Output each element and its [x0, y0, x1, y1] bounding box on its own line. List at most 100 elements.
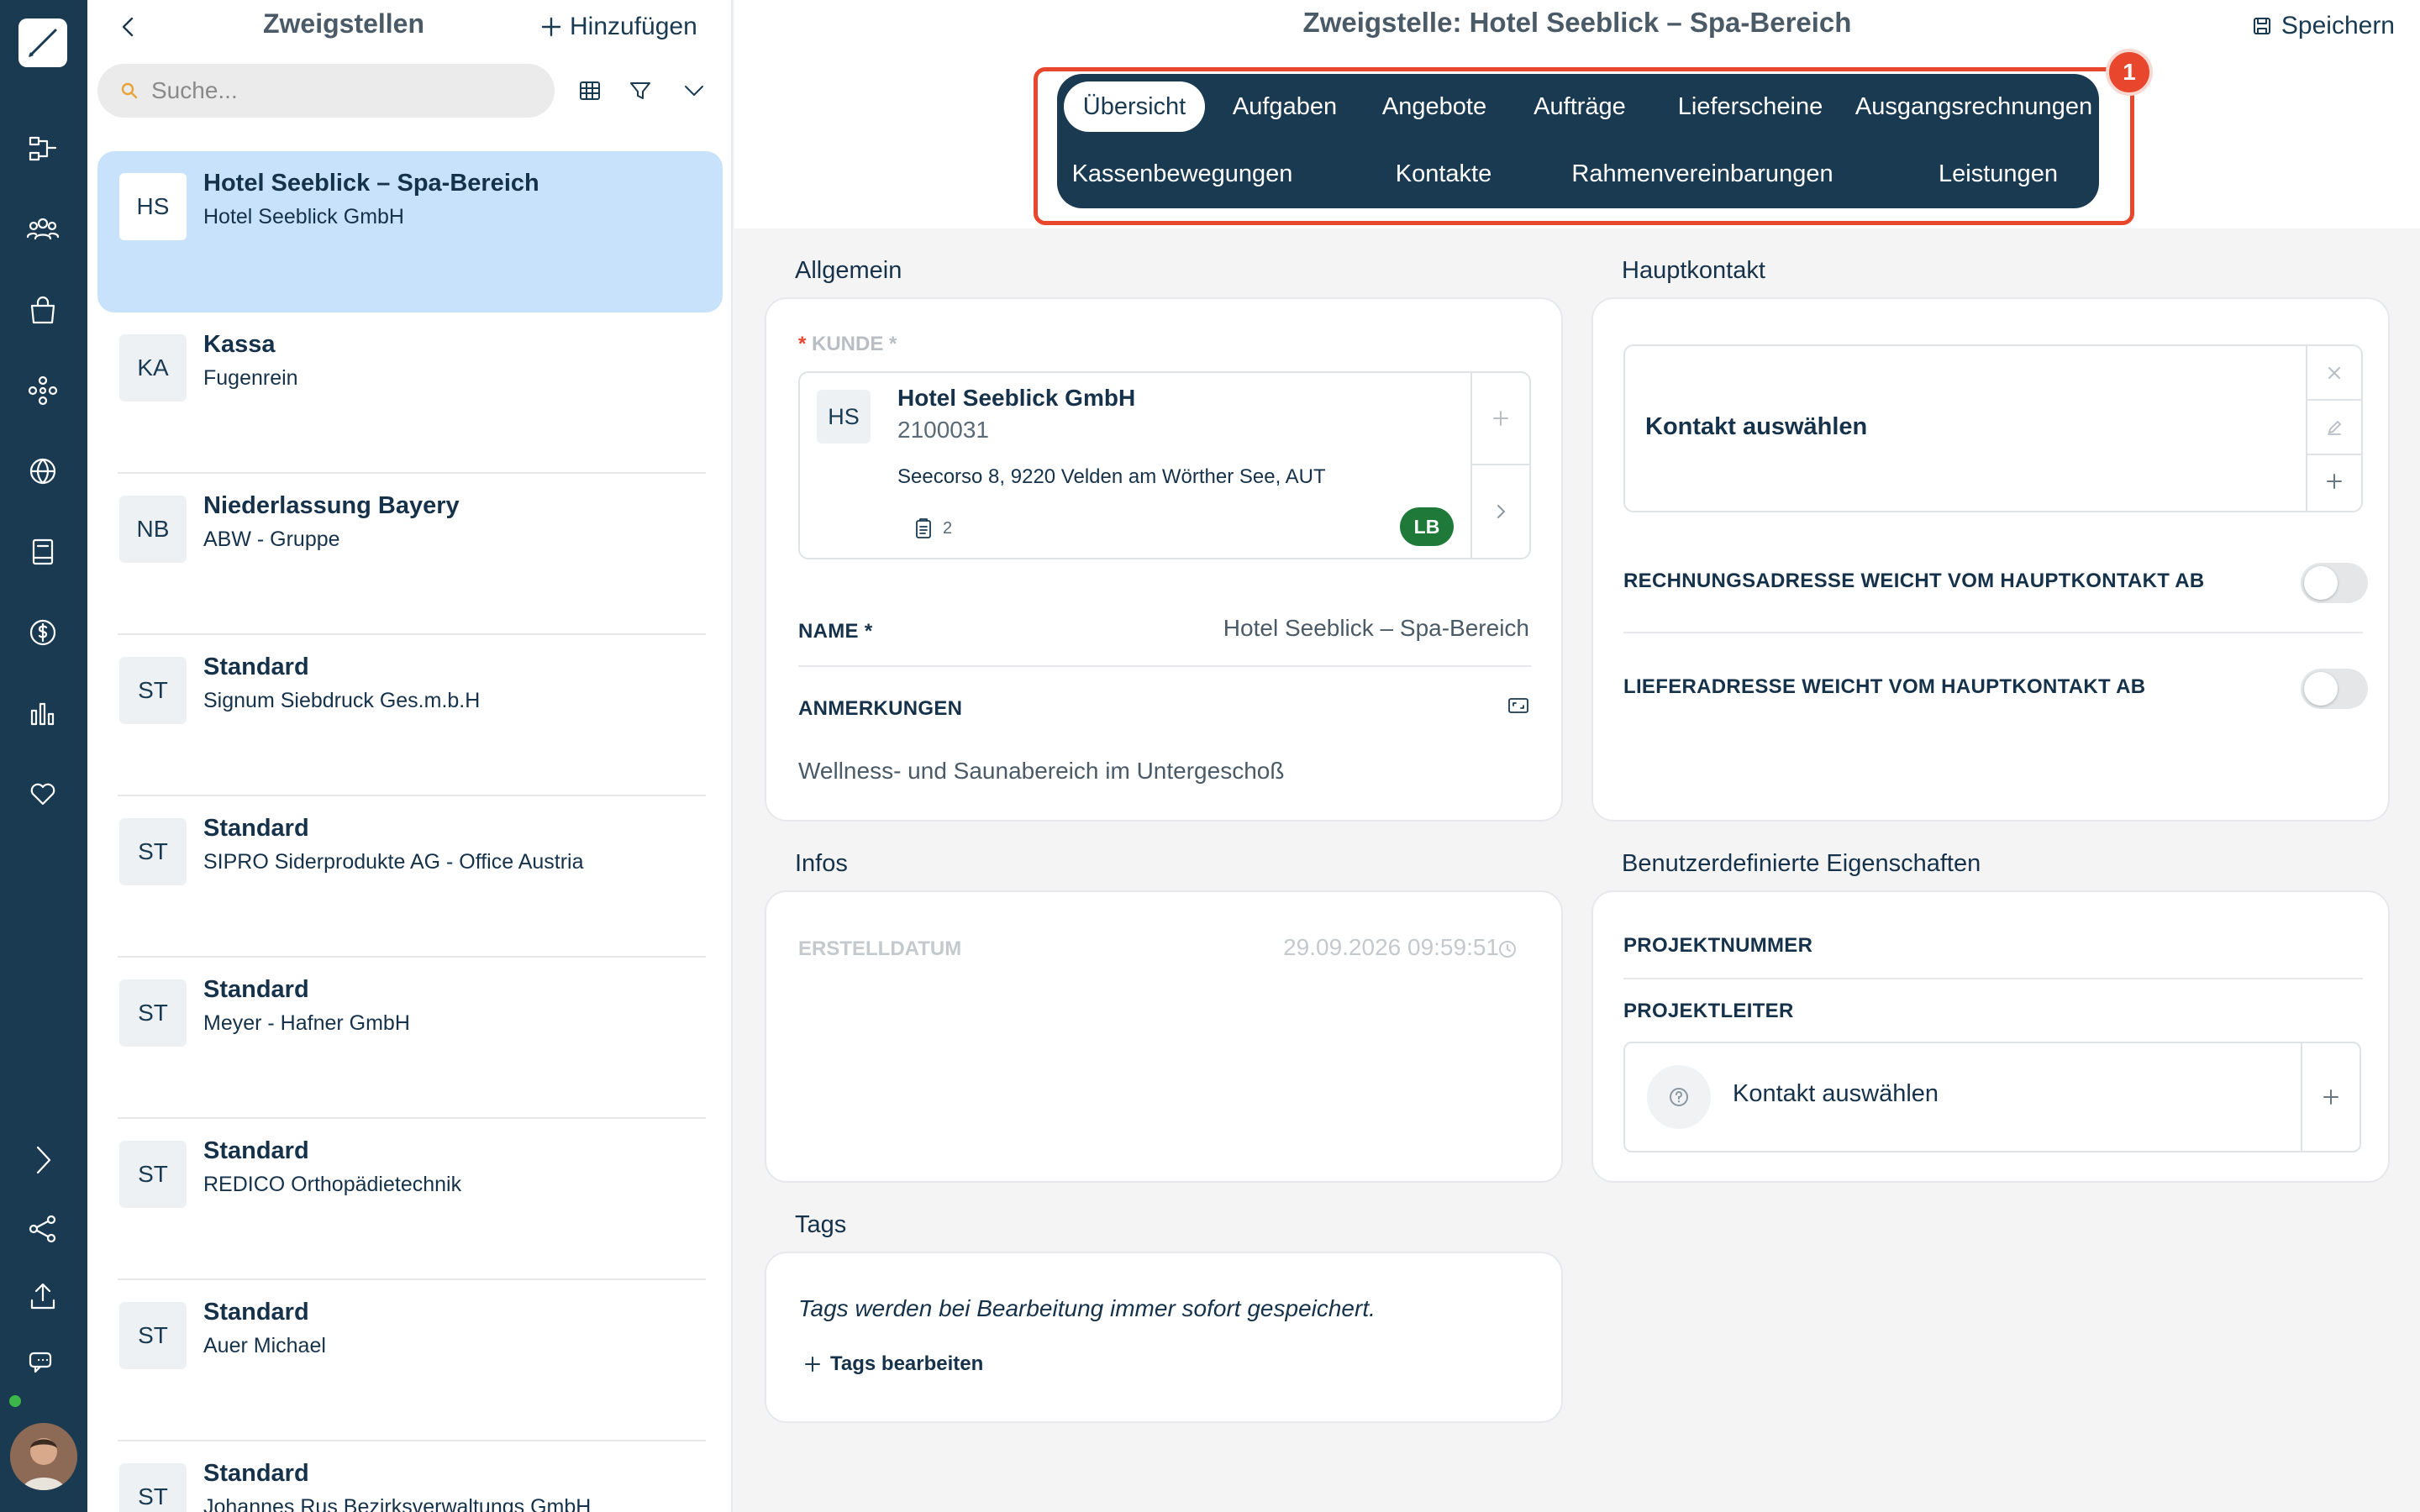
tags-note: Tags werden bei Bearbeitung immer sofort…	[798, 1295, 1376, 1321]
list-item-avatar: NB	[119, 496, 187, 563]
kunde-doc-count: 2	[943, 518, 953, 538]
bar-chart-icon[interactable]	[25, 696, 60, 731]
step-badge: 1	[2106, 49, 2153, 96]
kunde-address: Seecorso 8, 9220 Velden am Wörther See, …	[897, 465, 1326, 488]
app-nav-rail	[0, 0, 87, 1512]
plus-icon	[2323, 1089, 2338, 1105]
tab-rahmenvereinbarungen[interactable]: Rahmenvereinbarungen	[1551, 149, 1854, 199]
list-item-avatar: ST	[119, 818, 187, 885]
kunde-open-button[interactable]	[1472, 465, 1529, 558]
section-heading-allgemein: Allgemein	[795, 257, 902, 284]
document-icon	[916, 518, 931, 538]
projektnummer-label[interactable]: PROJEKTNUMMER	[1623, 934, 1812, 958]
list-item-subtitle: REDICO Orthopädietechnik	[203, 1173, 462, 1196]
list-item-avatar: HS	[119, 173, 187, 240]
list-item-title: Hotel Seeblick – Spa-Bereich	[203, 170, 539, 197]
list-item[interactable]: HS Hotel Seeblick – Spa-Bereich Hotel Se…	[97, 151, 723, 312]
tab-leistungen[interactable]: Leistungen	[1909, 149, 2087, 199]
list-title: Zweigstellen	[262, 8, 425, 39]
list-item-title: Kassa	[203, 331, 276, 358]
branch-list-panel: Zweigstellen Hinzufügen HS Hotel Seeblic…	[87, 0, 733, 1512]
list-item-subtitle: ABW - Gruppe	[203, 528, 340, 551]
list-item-subtitle: Johannes Rus Bezirksverwaltungs GmbH	[203, 1495, 592, 1512]
list-item[interactable]: ST Standard Johannes Rus Bezirksverwaltu…	[97, 1441, 723, 1512]
list-item-subtitle: Hotel Seeblick GmbH	[203, 205, 404, 228]
projektleiter-select-label: Kontakt auswählen	[1733, 1080, 1939, 1107]
erstelldatum-label: ERSTELLDATUM	[798, 937, 962, 960]
tab-kassenbewegungen[interactable]: Kassenbewegungen	[1064, 149, 1301, 199]
dollar-icon[interactable]	[25, 615, 60, 650]
kunde-avatar: HS	[817, 390, 871, 444]
edit-contact-button[interactable]	[2307, 401, 2361, 455]
infos-card: ERSTELLDATUM 29.09.2026 09:59:51	[765, 890, 1563, 1183]
chevron-down-icon[interactable]	[679, 76, 709, 106]
workflow-icon[interactable]	[25, 131, 60, 166]
book-icon[interactable]	[25, 534, 60, 570]
add-projektleiter-button[interactable]	[2301, 1043, 2360, 1151]
name-field[interactable]: Hotel Seeblick – Spa-Bereich	[1223, 615, 1529, 642]
user-avatar[interactable]	[10, 1423, 77, 1490]
filter-icon[interactable]	[625, 76, 655, 106]
hauptkontakt-selector[interactable]: Kontakt auswählen	[1623, 344, 2363, 512]
back-arrow-icon[interactable]	[113, 12, 143, 42]
projektleiter-selector[interactable]: Kontakt auswählen	[1623, 1042, 2361, 1152]
clear-contact-button[interactable]	[2307, 346, 2361, 401]
add-button-label: Hinzufügen	[570, 13, 697, 40]
logo-brush-icon[interactable]	[18, 18, 67, 67]
network-icon[interactable]	[25, 373, 60, 408]
list-item-title: Standard	[203, 1137, 309, 1164]
tab-ausgangsrechnungen[interactable]: Ausgangsrechnungen	[1854, 81, 2094, 132]
heart-icon[interactable]	[25, 776, 60, 811]
section-heading-custom: Benutzerdefinierte Eigenschaften	[1622, 850, 1981, 877]
globe-icon[interactable]	[25, 454, 60, 489]
expand-editor-icon[interactable]	[1507, 696, 1529, 720]
kunde-name: Hotel Seeblick GmbH	[897, 385, 1136, 411]
tab-aufgaben[interactable]: Aufgaben	[1213, 81, 1356, 132]
add-button[interactable]: Hinzufügen	[539, 12, 697, 42]
search-box[interactable]	[97, 64, 555, 118]
list-item-title: Standard	[203, 654, 309, 680]
section-heading-tags: Tags	[795, 1211, 847, 1238]
list-item-avatar: ST	[119, 1141, 187, 1208]
kunde-documents[interactable]: 2	[914, 517, 952, 539]
list-item[interactable]: ST Standard REDICO Orthopädietechnik	[97, 1119, 723, 1280]
kunde-add-button[interactable]	[1472, 373, 1529, 465]
lieferadresse-toggle[interactable]	[2301, 669, 2368, 709]
tab-lieferscheine[interactable]: Lieferscheine	[1654, 81, 1847, 132]
shopping-bag-icon[interactable]	[25, 292, 60, 328]
tab-uebersicht[interactable]: Übersicht	[1064, 81, 1205, 132]
online-status-indicator	[7, 1393, 24, 1410]
kunde-actions	[1470, 373, 1529, 558]
chat-icon[interactable]	[25, 1346, 60, 1381]
list-item[interactable]: ST Standard Signum Siebdruck Ges.m.b.H	[97, 635, 723, 796]
tab-auftraege[interactable]: Aufträge	[1512, 81, 1647, 132]
chevron-right-icon	[1497, 505, 1506, 518]
share-icon[interactable]	[25, 1211, 60, 1247]
erstelldatum-value: 29.09.2026 09:59:51	[1283, 934, 1499, 960]
save-button[interactable]: Speichern	[2251, 12, 2395, 40]
hauptkontakt-actions	[2306, 346, 2361, 511]
search-input[interactable]	[151, 77, 521, 104]
anmerkungen-text[interactable]: Wellness- und Saunabereich im Untergesch…	[798, 758, 1284, 785]
list-item-title: Standard	[203, 1299, 309, 1326]
table-view-icon[interactable]	[575, 76, 605, 106]
hauptkontakt-card: Kontakt auswählen RECHNUNGSADRESSE WEICH…	[1591, 297, 2390, 822]
list-item-subtitle: Fugenrein	[203, 366, 298, 390]
users-icon[interactable]	[25, 212, 60, 247]
upload-icon[interactable]	[25, 1278, 60, 1314]
tab-angebote[interactable]: Angebote	[1363, 81, 1506, 132]
chevron-right-icon[interactable]	[25, 1142, 60, 1178]
edit-tags-button[interactable]: Tags bearbeiten	[803, 1352, 983, 1376]
kunde-selector[interactable]: HS Hotel Seeblick GmbH 2100031 Seecorso …	[798, 371, 1531, 559]
tab-kontakte[interactable]: Kontakte	[1368, 149, 1519, 199]
section-heading-infos: Infos	[795, 850, 848, 877]
rechnungsadresse-toggle[interactable]	[2301, 563, 2368, 603]
lieferadresse-label: LIEFERADRESSE WEICHT VOM HAUPTKONTAKT AB	[1623, 675, 2146, 698]
add-contact-button[interactable]	[2307, 455, 2361, 507]
list-item[interactable]: ST Standard Auer Michael	[97, 1280, 723, 1441]
save-icon	[2253, 18, 2270, 34]
list-item[interactable]: ST Standard SIPRO Siderprodukte AG - Off…	[97, 796, 723, 958]
list-item[interactable]: KA Kassa Fugenrein	[97, 312, 723, 474]
list-item[interactable]: ST Standard Meyer - Hafner GmbH	[97, 958, 723, 1119]
list-item[interactable]: NB Niederlassung Bayery ABW - Gruppe	[97, 474, 723, 635]
